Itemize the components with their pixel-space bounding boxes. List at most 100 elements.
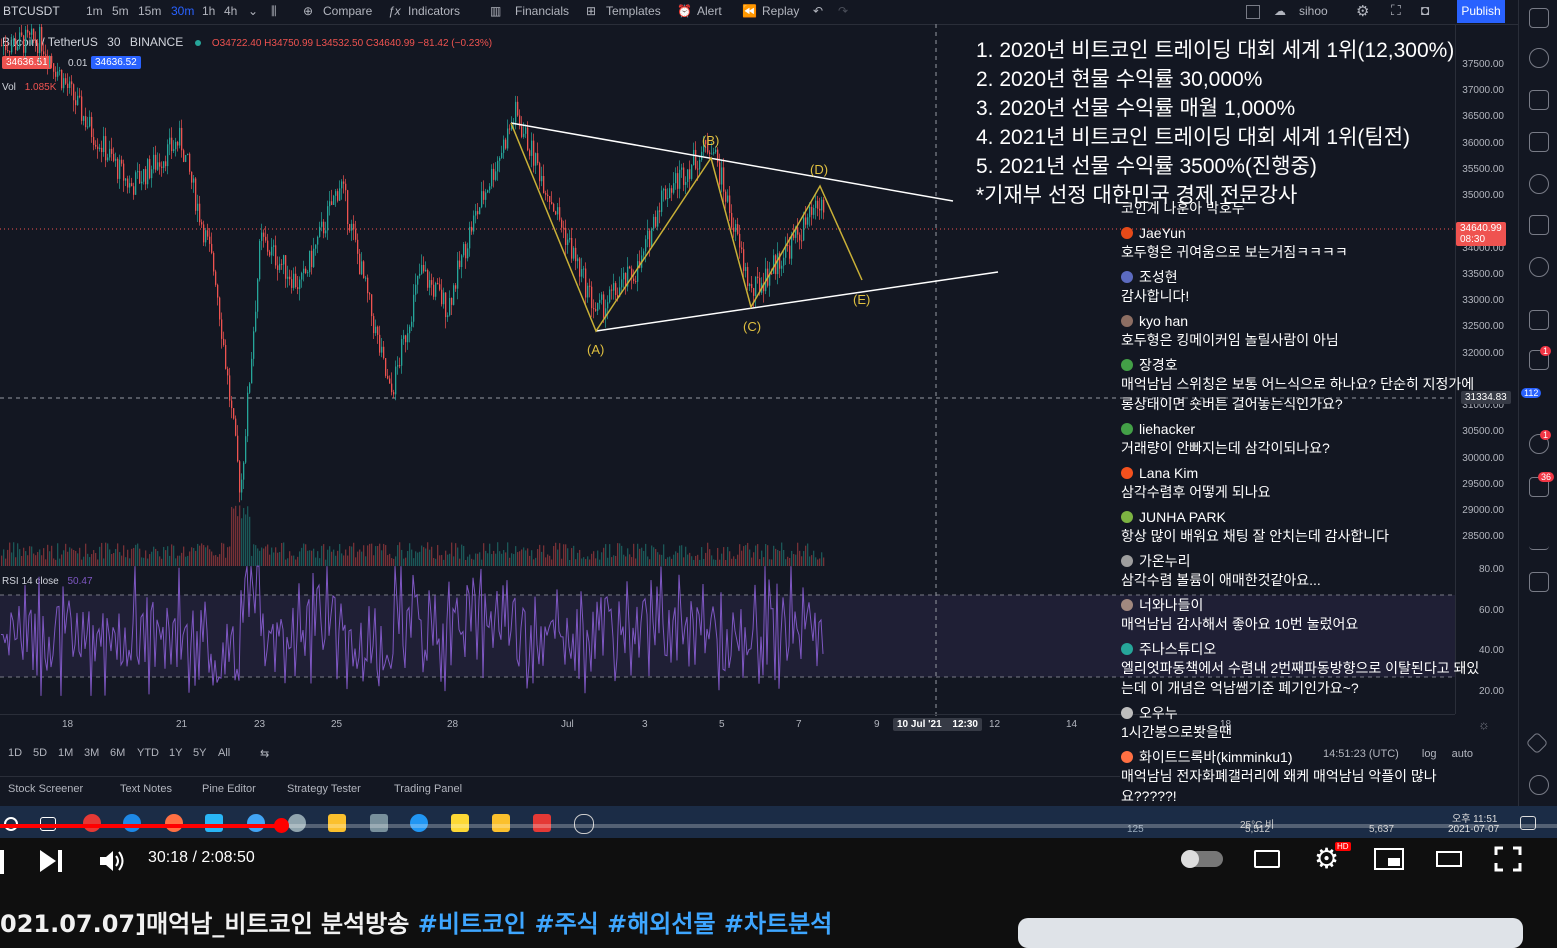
- triangle-upper-trendline[interactable]: [510, 122, 954, 202]
- vpn-icon[interactable]: [533, 814, 551, 832]
- interval-1h[interactable]: 1h: [202, 4, 215, 18]
- range-1y[interactable]: 1Y: [169, 747, 182, 759]
- compare-button[interactable]: Compare: [323, 4, 372, 18]
- autoplay-toggle[interactable]: [1181, 850, 1223, 868]
- progress-scrubber[interactable]: [273, 818, 289, 833]
- alert-button[interactable]: Alert: [697, 4, 722, 18]
- log-toggle[interactable]: log: [1422, 748, 1437, 760]
- object-tree-icon[interactable]: [1529, 572, 1549, 592]
- ie-icon[interactable]: [247, 814, 265, 832]
- telegram-icon[interactable]: [410, 814, 428, 832]
- tab-trading-panel[interactable]: Trading Panel: [394, 783, 462, 795]
- avatar[interactable]: [1121, 511, 1133, 523]
- range-6m[interactable]: 6M: [110, 747, 125, 759]
- avatar[interactable]: [1121, 707, 1133, 719]
- templates-button[interactable]: Templates: [606, 4, 661, 18]
- goto-date-icon[interactable]: ⇆: [260, 747, 269, 760]
- auto-toggle[interactable]: auto: [1452, 748, 1473, 760]
- publish-button[interactable]: Publish: [1457, 0, 1505, 23]
- calculator-icon[interactable]: [370, 814, 388, 832]
- avatar[interactable]: [1121, 599, 1133, 611]
- sticky-notes-icon[interactable]: [492, 814, 510, 832]
- chat-author[interactable]: 장경호: [1121, 356, 1481, 374]
- avatar[interactable]: [1121, 227, 1133, 239]
- interval-4h[interactable]: 4h: [224, 4, 237, 18]
- folder-icon[interactable]: [328, 814, 346, 832]
- chat-author[interactable]: Lana Kim: [1121, 464, 1481, 482]
- next-icon[interactable]: [38, 848, 64, 874]
- edge-icon[interactable]: [123, 814, 141, 832]
- chat-author[interactable]: 오우누: [1121, 704, 1481, 722]
- range-ytd[interactable]: YTD: [137, 747, 159, 759]
- volume-icon[interactable]: [98, 848, 126, 874]
- chrome-icon[interactable]: [83, 814, 101, 832]
- avatar[interactable]: [1121, 555, 1133, 567]
- avatar[interactable]: [1121, 271, 1133, 283]
- help-icon[interactable]: [1529, 775, 1549, 795]
- range-5d[interactable]: 5D: [33, 747, 47, 759]
- user-menu[interactable]: sihoo: [1299, 4, 1328, 18]
- alarm-clock-icon[interactable]: [1529, 48, 1549, 68]
- tab-pine-editor[interactable]: Pine Editor: [202, 783, 256, 795]
- chat-author[interactable]: 주나스튜디오: [1121, 640, 1481, 658]
- chevron-down-icon[interactable]: ⌄: [248, 4, 258, 18]
- gear-icon[interactable]: ⚙: [1356, 2, 1369, 20]
- chat-author[interactable]: JaeYun: [1121, 224, 1481, 242]
- news-icon[interactable]: [1529, 90, 1549, 110]
- watchlist-icon[interactable]: [1529, 8, 1549, 28]
- twitter-icon[interactable]: [205, 814, 223, 832]
- interval-30m[interactable]: 30m: [171, 4, 194, 18]
- fullscreen-player-icon[interactable]: [1494, 846, 1522, 872]
- layout-icon[interactable]: [1246, 5, 1260, 19]
- range-5y[interactable]: 5Y: [193, 747, 206, 759]
- chat-author[interactable]: kyo han: [1121, 312, 1481, 330]
- history-icon[interactable]: [1529, 174, 1549, 194]
- avatar[interactable]: [1121, 359, 1133, 371]
- camera-icon[interactable]: ◘: [1421, 2, 1429, 18]
- chat-author[interactable]: 너와나들이: [1121, 596, 1481, 614]
- chat-author[interactable]: JUNHA PARK: [1121, 508, 1481, 526]
- tab-stock-screener[interactable]: Stock Screener: [8, 783, 83, 795]
- miniplayer-icon[interactable]: [1374, 848, 1404, 870]
- chat-author[interactable]: liehacker: [1121, 420, 1481, 438]
- avatar[interactable]: [1121, 467, 1133, 479]
- avatar[interactable]: [1121, 315, 1133, 327]
- interval-1m[interactable]: 1m: [86, 4, 103, 18]
- indicators-button[interactable]: Indicators: [408, 4, 460, 18]
- redo-icon[interactable]: ↷: [838, 4, 848, 18]
- chat-author[interactable]: 조성현: [1121, 268, 1481, 286]
- layers-icon[interactable]: [1525, 731, 1549, 755]
- chats-icon[interactable]: [1529, 310, 1549, 330]
- triangle-lower-trendline[interactable]: [595, 271, 999, 332]
- tab-text-notes[interactable]: Text Notes: [120, 783, 172, 795]
- firefox-icon[interactable]: [165, 814, 183, 832]
- interval-15m[interactable]: 15m: [138, 4, 161, 18]
- calendar-icon[interactable]: [1529, 215, 1549, 235]
- idea-icon[interactable]: [1529, 257, 1549, 277]
- range-1m[interactable]: 1M: [58, 747, 73, 759]
- interval-5m[interactable]: 5m: [112, 4, 129, 18]
- undo-icon[interactable]: ↶: [813, 4, 823, 18]
- replay-button[interactable]: Replay: [762, 4, 799, 18]
- kakaotalk-icon[interactable]: [451, 814, 469, 832]
- avatar[interactable]: [1121, 751, 1133, 763]
- candle-style-icon[interactable]: ⫼: [271, 4, 277, 19]
- range-1d[interactable]: 1D: [8, 747, 22, 759]
- financials-button[interactable]: Financials: [515, 4, 569, 18]
- avatar[interactable]: [1121, 643, 1133, 655]
- subtitles-icon[interactable]: [1254, 850, 1280, 868]
- avatar[interactable]: [1121, 423, 1133, 435]
- range-3m[interactable]: 3M: [84, 747, 99, 759]
- data-window-icon[interactable]: [1529, 132, 1549, 152]
- recommended-thumbnail[interactable]: [1018, 918, 1523, 948]
- app-icon[interactable]: [288, 814, 306, 832]
- video-hashtags[interactable]: #비트코인 #주식 #해외선물 #차트분석: [418, 910, 833, 938]
- symbol-search[interactable]: BTCUSDT: [3, 4, 60, 18]
- play-bar-icon[interactable]: [0, 850, 4, 874]
- trend-icon[interactable]: [1529, 530, 1549, 550]
- fullscreen-icon[interactable]: ⛶: [1391, 2, 1401, 19]
- tab-strategy-tester[interactable]: Strategy Tester: [287, 783, 361, 795]
- range-all[interactable]: All: [218, 747, 230, 759]
- chat-author[interactable]: 가온누리: [1121, 552, 1481, 570]
- theater-mode-icon[interactable]: [1436, 851, 1462, 867]
